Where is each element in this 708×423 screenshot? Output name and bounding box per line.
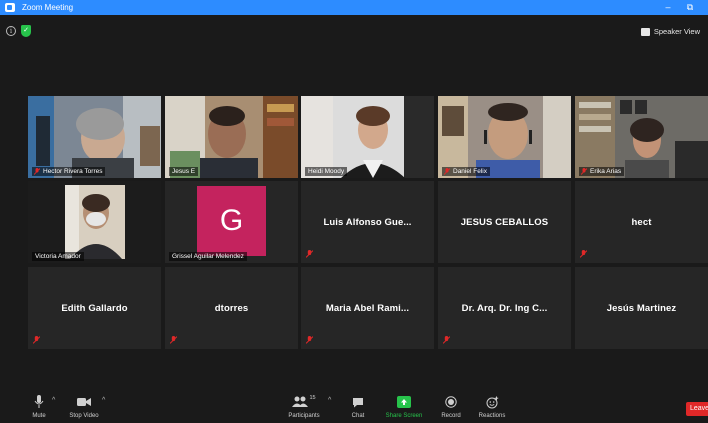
restore-button[interactable]: ⧉ bbox=[680, 0, 700, 15]
mute-label: Mute bbox=[32, 413, 46, 419]
name-tile-dr-arq[interactable]: Dr. Arq. Dr. Ing C... bbox=[438, 267, 571, 349]
video-tile-jesus-e[interactable]: Jesus E bbox=[165, 96, 298, 178]
name-tile-maria[interactable]: Maria Abel Rami... bbox=[301, 267, 434, 349]
muted-mic-icon bbox=[581, 168, 587, 175]
name-tile-edith[interactable]: Edith Gallardo bbox=[28, 267, 161, 349]
muted-mic-icon bbox=[443, 336, 450, 344]
info-icon[interactable]: i bbox=[6, 26, 16, 36]
meeting-controls-toolbar: Mute ^ Stop Video ^ 15 Participants ^ Ch… bbox=[0, 390, 708, 423]
participant-name-label: Jesus E bbox=[169, 167, 199, 176]
record-label: Record bbox=[441, 413, 461, 419]
window-title: Zoom Meeting bbox=[22, 3, 74, 12]
minimize-button[interactable]: – bbox=[658, 0, 678, 15]
security-shield-icon[interactable]: ✓ bbox=[21, 25, 31, 37]
participant-name-label: Daniel Felix bbox=[442, 167, 490, 176]
video-tile-erika[interactable]: Erika Arias bbox=[575, 96, 708, 178]
participant-name: JESUS CEBALLOS bbox=[460, 216, 549, 228]
participant-name: Edith Gallardo bbox=[61, 302, 128, 314]
participant-name: Luis Alfonso Gue... bbox=[323, 216, 412, 228]
participants-label: Participants bbox=[288, 413, 320, 419]
share-screen-label: Share Screen bbox=[385, 413, 423, 419]
reactions-button[interactable]: Reactions bbox=[476, 395, 508, 419]
zoom-app-icon bbox=[5, 3, 15, 12]
video-tile-hector[interactable]: Hector Rivera Torres bbox=[28, 96, 161, 178]
participant-name: Heidi Moody bbox=[308, 168, 345, 175]
participant-name-label: Hector Rivera Torres bbox=[32, 167, 106, 176]
participant-name: Dr. Arq. Dr. Ing C... bbox=[461, 302, 548, 314]
video-feed bbox=[438, 96, 571, 178]
participant-name: Erika Arias bbox=[590, 168, 622, 175]
chat-label: Chat bbox=[351, 413, 365, 419]
participant-name: Daniel Felix bbox=[453, 168, 487, 175]
participants-icon: 15 bbox=[284, 395, 324, 409]
initial-avatar: G bbox=[197, 186, 266, 256]
reactions-smiley-icon bbox=[476, 395, 508, 409]
name-tile-jesus-martinez[interactable]: Jesús Martinez bbox=[575, 267, 708, 349]
participant-name: dtorres bbox=[214, 302, 249, 314]
muted-mic-icon bbox=[306, 250, 313, 258]
video-tile-heidi[interactable]: Heidi Moody bbox=[301, 96, 434, 178]
video-feed bbox=[165, 96, 298, 178]
participants-button[interactable]: 15 Participants bbox=[284, 395, 324, 419]
participants-options-caret[interactable]: ^ bbox=[328, 397, 331, 404]
leave-meeting-button[interactable]: Leave bbox=[686, 402, 708, 416]
participant-name-label: Erika Arias bbox=[579, 167, 625, 176]
video-tile-daniel[interactable]: Daniel Felix bbox=[438, 96, 571, 178]
participant-name: Hector Rivera Torres bbox=[43, 168, 103, 175]
muted-mic-icon bbox=[34, 168, 40, 175]
mute-button[interactable]: Mute bbox=[26, 395, 52, 419]
video-feed bbox=[28, 96, 161, 178]
video-camera-icon bbox=[66, 395, 102, 409]
stop-video-label: Stop Video bbox=[69, 413, 99, 419]
window-title-bar: Zoom Meeting – ⧉ bbox=[0, 0, 708, 15]
microphone-icon bbox=[26, 395, 52, 409]
participant-name: hect bbox=[631, 216, 652, 228]
video-feed bbox=[301, 96, 434, 178]
speaker-view-label: Speaker View bbox=[653, 27, 700, 36]
record-icon bbox=[438, 395, 464, 409]
muted-mic-icon bbox=[170, 336, 177, 344]
video-tile-victoria-active-speaker[interactable]: Victoria Amador bbox=[28, 181, 161, 263]
video-options-caret[interactable]: ^ bbox=[102, 397, 105, 404]
video-feed bbox=[575, 96, 708, 178]
chat-button[interactable]: Chat bbox=[346, 395, 370, 419]
record-button[interactable]: Record bbox=[438, 395, 464, 419]
speaker-view-button[interactable]: Speaker View bbox=[640, 25, 700, 39]
participant-name: Victoria Amador bbox=[35, 253, 81, 260]
participant-name-label: Heidi Moody bbox=[305, 167, 348, 176]
name-tile-jesus-ceballos[interactable]: JESUS CEBALLOS bbox=[438, 181, 571, 263]
avatar-tile-grissel[interactable]: G Grissel Aguilar Melendez bbox=[165, 181, 298, 263]
reactions-label: Reactions bbox=[478, 413, 506, 419]
meeting-top-bar: i ✓ Speaker View bbox=[0, 15, 708, 95]
participant-name-label: Grissel Aguilar Melendez bbox=[169, 252, 247, 261]
name-tile-hect[interactable]: hect bbox=[575, 181, 708, 263]
participant-name: Grissel Aguilar Melendez bbox=[172, 253, 244, 260]
muted-mic-icon bbox=[580, 250, 587, 258]
speaker-view-icon bbox=[640, 28, 650, 36]
audio-options-caret[interactable]: ^ bbox=[52, 397, 55, 404]
participant-name-label: Victoria Amador bbox=[32, 252, 84, 261]
share-screen-icon bbox=[384, 395, 424, 409]
participant-name: Jesus E bbox=[172, 168, 196, 175]
share-screen-button[interactable]: Share Screen bbox=[384, 395, 424, 419]
video-feed bbox=[28, 181, 161, 263]
participant-name: Jesús Martinez bbox=[606, 302, 677, 314]
muted-mic-icon bbox=[33, 336, 40, 344]
stop-video-button[interactable]: Stop Video bbox=[66, 395, 102, 419]
muted-mic-icon bbox=[444, 168, 450, 175]
muted-mic-icon bbox=[306, 336, 313, 344]
participant-name: Maria Abel Rami... bbox=[325, 302, 410, 314]
name-tile-dtorres[interactable]: dtorres bbox=[165, 267, 298, 349]
chat-bubble-icon bbox=[346, 395, 370, 409]
name-tile-luis[interactable]: Luis Alfonso Gue... bbox=[301, 181, 434, 263]
participants-count: 15 bbox=[309, 395, 316, 401]
